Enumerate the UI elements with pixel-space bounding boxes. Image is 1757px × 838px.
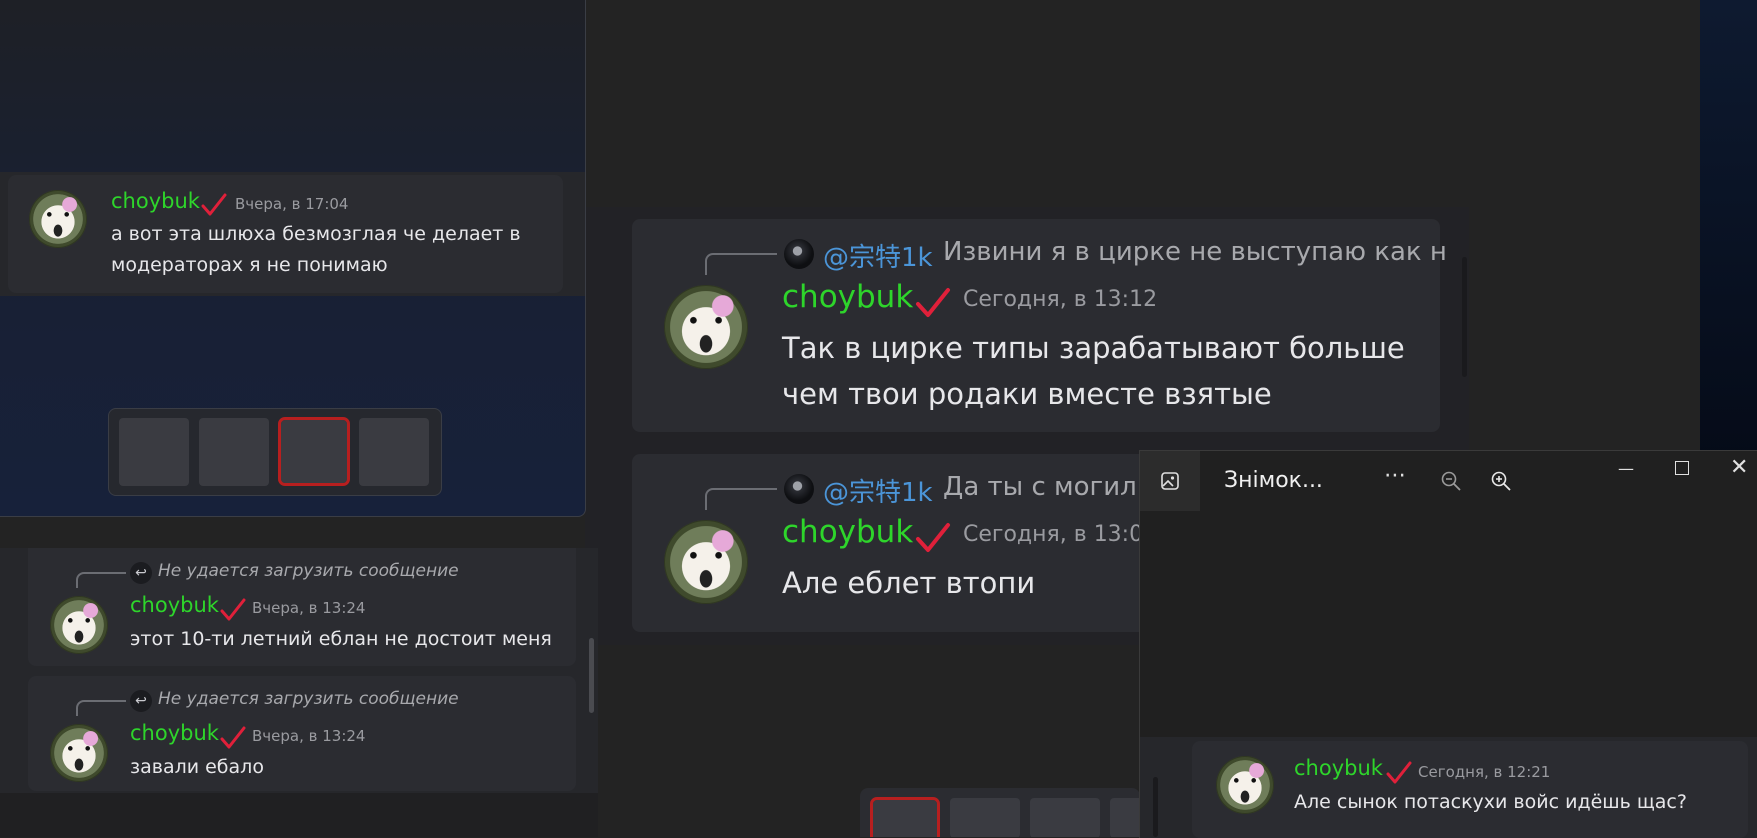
avatar[interactable] — [29, 190, 87, 248]
message-card[interactable]: choybuk Сегодня, в 12:21 Але сынок потас… — [1192, 741, 1748, 838]
checkmark-icon — [220, 598, 246, 621]
image-viewer-window: Знімок... ⋯ — ✕ choybuk Сегодня, в 12:21… — [1139, 450, 1757, 838]
message-text-line-2: чем твои родаки вместе взятые — [782, 377, 1272, 411]
avatar[interactable] — [1216, 756, 1274, 814]
reply-avatar — [784, 474, 814, 504]
thumbnail-strip-bottom — [860, 788, 1140, 837]
message-text-line-1: а вот эта шлюха безмозглая че делает в — [111, 223, 521, 245]
checkmark-icon — [201, 193, 227, 216]
thumbnail[interactable] — [870, 797, 940, 837]
reply-preview-text[interactable]: Да ты с могиль — [943, 472, 1152, 502]
message-card[interactable]: ↩ Не удается загрузить сообщение choybuk… — [28, 676, 576, 791]
reply-icon: ↩ — [130, 690, 152, 712]
avatar[interactable] — [664, 520, 748, 604]
message-card[interactable]: ↩ Не удается загрузить сообщение choybuk… — [28, 548, 576, 666]
image-icon[interactable] — [1140, 451, 1200, 511]
thumbnail[interactable] — [199, 418, 269, 486]
reply-connector — [705, 488, 777, 510]
thumbnail[interactable] — [119, 418, 189, 486]
zoom-out-icon[interactable] — [1440, 470, 1462, 492]
snip-overlay-window: choybuk Вчера, в 17:04 а вот эта шлюха б… — [0, 0, 586, 517]
avatar[interactable] — [50, 724, 108, 782]
reply-preview-text[interactable]: Не удается загрузить сообщение — [158, 689, 459, 709]
snip-thumbnail-strip — [108, 408, 442, 496]
reply-mention[interactable]: @宗特1k — [823, 237, 933, 274]
thumbnail[interactable] — [950, 798, 1020, 837]
reply-icon: ↩ — [130, 562, 152, 584]
zoom-in-icon[interactable] — [1490, 470, 1512, 492]
thumbnail[interactable] — [278, 417, 350, 486]
ellipsis-icon[interactable]: ⋯ — [1384, 463, 1406, 488]
reply-connector — [705, 253, 777, 275]
timestamp: Вчера, в 17:04 — [235, 195, 349, 213]
avatar[interactable] — [50, 596, 108, 654]
message-card[interactable]: choybuk Вчера, в 17:04 а вот эта шлюха б… — [8, 175, 563, 293]
checkmark-icon — [916, 523, 950, 552]
viewer-titlebar: Знімок... ⋯ — ✕ — [1140, 451, 1757, 511]
avatar[interactable] — [664, 285, 748, 369]
reply-avatar — [784, 239, 814, 269]
username[interactable]: choybuk — [1294, 756, 1383, 780]
viewer-image-area: choybuk Сегодня, в 12:21 Але сынок потас… — [1140, 737, 1757, 838]
viewer-title: Знімок... — [1224, 468, 1323, 493]
timestamp: Вчера, в 13:24 — [252, 727, 366, 745]
scrollbar[interactable] — [1462, 257, 1467, 377]
thumbnail[interactable] — [1110, 798, 1140, 837]
reply-connector — [76, 700, 126, 716]
message-card[interactable]: @宗特1k Извини я в цирке не выступаю как н… — [632, 219, 1447, 432]
checkmark-icon — [916, 288, 950, 317]
username[interactable]: choybuk — [782, 279, 913, 315]
close-icon[interactable]: ✕ — [1730, 455, 1748, 480]
minimize-icon[interactable]: — — [1618, 459, 1634, 478]
checkmark-icon — [220, 726, 246, 749]
username[interactable]: choybuk — [130, 593, 219, 617]
message-text: Але сынок потаскухи войс идёшь щас? — [1294, 791, 1687, 813]
message-text-line-2: модераторах я не понимаю — [111, 254, 388, 276]
scrollbar[interactable] — [1153, 777, 1158, 837]
thumbnail[interactable] — [359, 418, 429, 486]
checkmark-icon — [1386, 761, 1412, 784]
bottom-bar — [0, 793, 598, 837]
reply-preview-text[interactable]: Не удается загрузить сообщение — [158, 561, 459, 581]
message-text-line-1: Але еблет втопи — [782, 566, 1036, 600]
timestamp: Сегодня, в 13:08 — [963, 522, 1158, 547]
reply-preview-text[interactable]: Извини я в цирке не выступаю как н — [943, 237, 1447, 267]
message-text: завали ебало — [130, 756, 264, 778]
timestamp: Сегодня, в 12:21 — [1418, 763, 1551, 781]
background-right-edge — [1700, 0, 1757, 460]
username[interactable]: choybuk — [130, 721, 219, 745]
thumbnail[interactable] — [1030, 798, 1100, 837]
reply-mention[interactable]: @宗特1k — [823, 472, 933, 509]
left-bottom-panel: ↩ Не удается загрузить сообщение choybuk… — [0, 548, 598, 837]
reply-connector — [76, 572, 126, 588]
message-text: этот 10-ти летний еблан не достоит меня — [130, 628, 552, 650]
scrollbar[interactable] — [589, 638, 594, 713]
username[interactable]: choybuk — [111, 189, 200, 213]
maximize-icon[interactable] — [1675, 461, 1689, 475]
username[interactable]: choybuk — [782, 514, 913, 550]
timestamp: Сегодня, в 13:12 — [963, 287, 1158, 312]
message-text-line-1: Так в цирке типы зарабатывают больше — [782, 331, 1405, 365]
timestamp: Вчера, в 13:24 — [252, 599, 366, 617]
